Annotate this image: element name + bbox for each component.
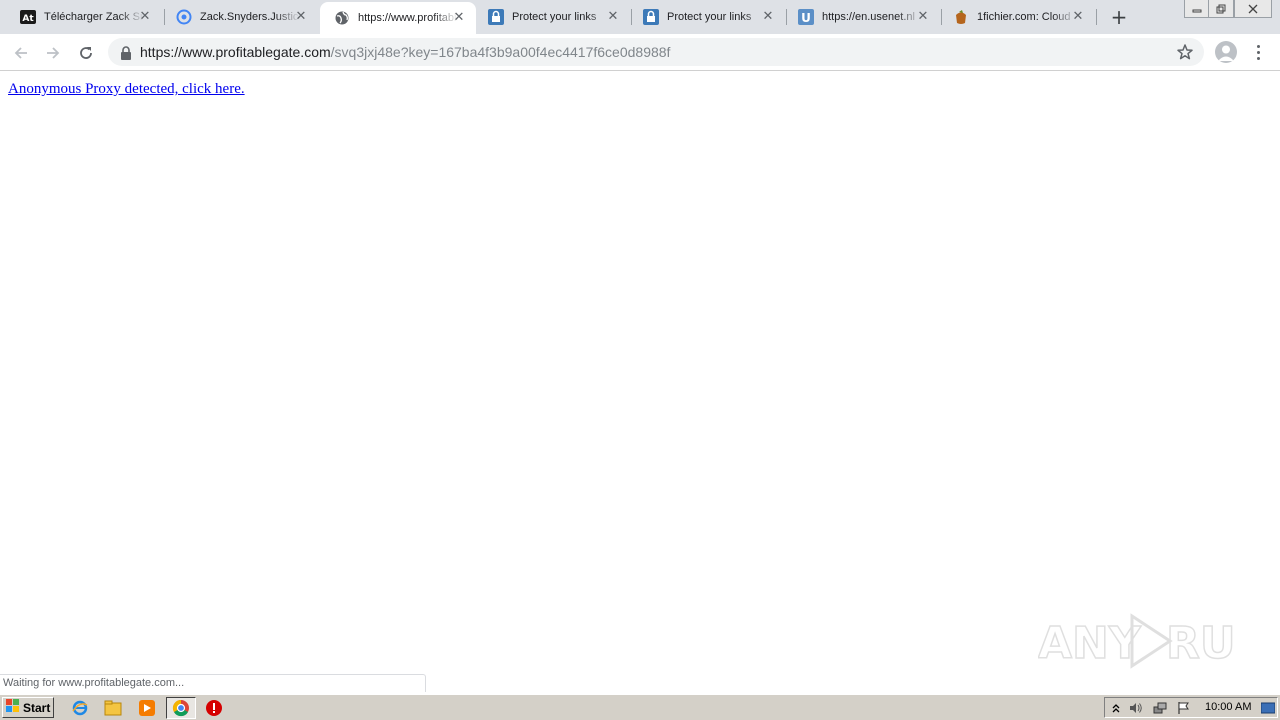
minimize-button[interactable] [1184,0,1210,18]
refresh-globe-icon [176,9,192,25]
url-text: https://www.profitablegate.com/svq3jxj48… [140,44,670,60]
fichier-icon [953,9,969,25]
tab-3-active[interactable]: https://www.profitablegate ✕ [320,2,476,34]
tab-7[interactable]: 1fichier.com: Cloud ✕ [939,0,1095,34]
tab-close-icon[interactable]: ✕ [294,10,308,24]
tab-title: Protect your links [667,11,752,23]
tab-title: 1fichier.com: Cloud [977,11,1071,23]
address-bar[interactable]: https://www.profitablegate.com/svq3jxj48… [108,38,1204,66]
windows-logo-icon [6,699,20,716]
svg-text:U: U [801,11,811,25]
taskbar-clock[interactable]: 10:00 AM [1205,701,1251,713]
anyrun-watermark: ANY RUN [1037,610,1273,672]
tab-title: https://en.usenet.nl [822,11,915,23]
restore-button[interactable] [1208,0,1234,18]
tab-title: Protect your links [512,11,597,23]
forward-arrow-icon[interactable] [42,42,64,64]
internet-explorer-icon[interactable] [70,698,90,718]
tab-1[interactable]: At Télécharger Zack Snyders ✕ [6,0,162,34]
new-tab-button[interactable]: + [1108,6,1130,28]
media-player-icon[interactable] [137,698,157,718]
volume-icon[interactable] [1129,701,1143,715]
back-arrow-icon[interactable] [10,42,32,64]
system-tray: 10:00 AM [1104,697,1278,718]
close-window-button[interactable] [1234,0,1272,18]
tab-title: https://www.profitablegate [358,12,458,24]
lock-icon [120,45,132,60]
svg-text:ANY: ANY [1038,618,1142,669]
tab-6[interactable]: U https://en.usenet.nl ✕ [784,0,940,34]
tab-title: Télécharger Zack Snyders [44,11,144,23]
show-desktop-icon[interactable] [1261,701,1275,715]
proxy-detected-link[interactable]: Anonymous Proxy detected, click here. [8,81,245,98]
taskbar: Start 10:00 AM [0,694,1280,720]
tab-close-icon[interactable]: ✕ [452,11,466,25]
globe-icon [334,10,350,26]
lock-badge-icon [643,9,659,25]
network-icon[interactable] [1153,701,1167,715]
tab-close-icon[interactable]: ✕ [606,10,620,24]
tab-separator [1096,9,1097,25]
browser-toolbar: https://www.profitablegate.com/svq3jxj48… [0,34,1280,71]
bookmark-star-icon[interactable] [1176,43,1194,61]
at-logo-icon: At [20,9,36,25]
file-explorer-icon[interactable] [103,698,123,718]
page-content: Anonymous Proxy detected, click here. [0,72,1280,692]
svg-text:At: At [22,14,34,24]
tab-strip: At Télécharger Zack Snyders ✕ Zack.Snyde… [0,0,1280,34]
tab-close-icon[interactable]: ✕ [1071,10,1085,24]
reload-icon[interactable] [75,42,97,64]
svg-text:RUN: RUN [1166,618,1234,669]
start-button[interactable]: Start [2,697,54,718]
tab-close-icon[interactable]: ✕ [138,10,152,24]
tray-expand-icon[interactable] [1109,701,1123,715]
usenet-u-icon: U [798,9,814,25]
tab-title: Zack.Snyders.Justice [200,11,300,23]
profile-avatar-icon[interactable] [1215,41,1237,63]
action-center-flag-icon[interactable] [1177,701,1191,715]
url-host: https://www.profitablegate.com [140,44,331,60]
tab-close-icon[interactable]: ✕ [761,10,775,24]
stop-alert-icon[interactable] [204,698,224,718]
lock-badge-icon [488,9,504,25]
start-label: Start [23,700,51,715]
tab-close-icon[interactable]: ✕ [916,10,930,24]
tab-5[interactable]: Protect your links ✕ [629,0,785,34]
chrome-taskbar-icon[interactable] [166,697,196,719]
status-bubble: Waiting for www.profitablegate.com... [0,674,426,692]
tab-4[interactable]: Protect your links ✕ [474,0,630,34]
browser-menu-icon[interactable] [1250,40,1266,64]
url-path: /svq3jxj48e?key=167ba4f3b9a00f4ec4417f6c… [330,44,671,60]
tab-2[interactable]: Zack.Snyders.Justice ✕ [162,0,318,34]
